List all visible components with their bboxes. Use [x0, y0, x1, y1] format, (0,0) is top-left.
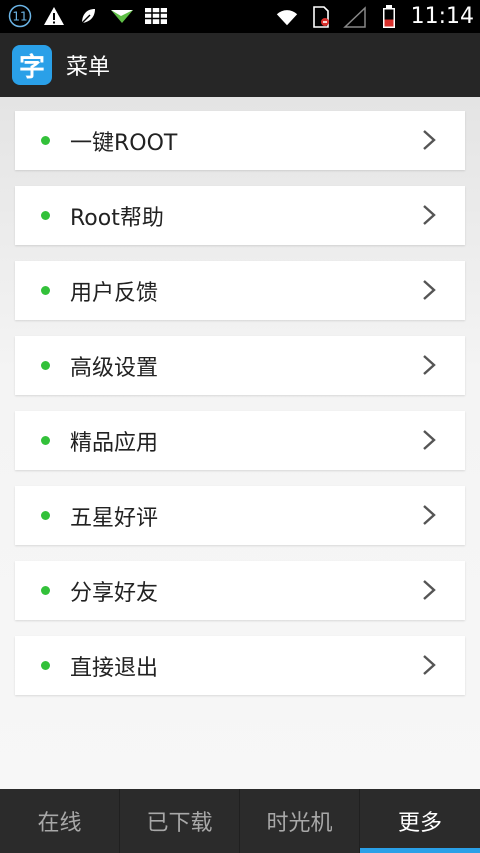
menu-list: 一键ROOT Root帮助 用户反馈 高级设置 精品应用 五星好评 分享好友 直…	[0, 97, 480, 789]
menu-item-label: 直接退出	[70, 655, 159, 681]
sim-card-icon	[309, 5, 333, 28]
tab-online[interactable]: 在线	[0, 789, 120, 853]
app-logo[interactable]: 字	[12, 45, 52, 85]
chevron-right-icon	[423, 580, 436, 600]
chevron-right-icon	[423, 355, 436, 375]
menu-item-feedback[interactable]: 用户反馈	[15, 261, 465, 320]
notification-count-icon: 11	[8, 4, 32, 28]
bottom-tab-bar: 在线 已下载 时光机 更多	[0, 789, 480, 853]
menu-item-label: 五星好评	[70, 505, 159, 531]
bullet-dot	[41, 286, 50, 295]
tab-downloaded[interactable]: 已下载	[120, 789, 240, 853]
bullet-dot	[41, 511, 50, 520]
grid-icon	[144, 5, 168, 27]
menu-item-advanced-settings[interactable]: 高级设置	[15, 336, 465, 395]
status-time: 11:14	[410, 4, 474, 29]
notification-count: 11	[12, 10, 27, 24]
action-bar: 字 菜单	[0, 33, 480, 97]
battery-icon	[377, 4, 401, 28]
bullet-dot	[41, 361, 50, 370]
chevron-right-icon	[423, 130, 436, 150]
menu-item-label: 高级设置	[70, 355, 159, 381]
menu-item-five-star-rating[interactable]: 五星好评	[15, 486, 465, 545]
chevron-right-icon	[423, 430, 436, 450]
chevron-right-icon	[423, 505, 436, 525]
leaf-icon	[76, 5, 100, 27]
page-title: 菜单	[66, 55, 111, 80]
menu-item-root-help[interactable]: Root帮助	[15, 186, 465, 245]
warning-icon	[42, 5, 66, 27]
menu-item-label: 用户反馈	[70, 280, 159, 306]
paper-plane-icon	[110, 5, 134, 27]
chevron-right-icon	[423, 205, 436, 225]
bullet-dot	[41, 586, 50, 595]
menu-item-label: 精品应用	[70, 430, 159, 456]
tab-time-machine[interactable]: 时光机	[240, 789, 360, 853]
status-bar-left: 11	[8, 4, 168, 28]
signal-icon	[342, 5, 367, 28]
chevron-right-icon	[423, 655, 436, 675]
menu-item-featured-apps[interactable]: 精品应用	[15, 411, 465, 470]
bullet-dot	[41, 211, 50, 220]
bullet-dot	[41, 661, 50, 670]
menu-item-share-friends[interactable]: 分享好友	[15, 561, 465, 620]
tab-more[interactable]: 更多	[360, 789, 480, 853]
menu-item-one-key-root[interactable]: 一键ROOT	[15, 111, 465, 170]
bullet-dot	[41, 436, 50, 445]
menu-item-exit[interactable]: 直接退出	[15, 636, 465, 695]
status-bar: 11 11:14	[0, 0, 480, 33]
bullet-dot	[41, 136, 50, 145]
menu-item-label: Root帮助	[70, 205, 164, 231]
status-bar-right: 11:14	[275, 0, 474, 33]
menu-item-label: 分享好友	[70, 580, 159, 606]
menu-item-label: 一键ROOT	[70, 130, 178, 156]
wifi-icon	[275, 6, 299, 28]
chevron-right-icon	[423, 280, 436, 300]
